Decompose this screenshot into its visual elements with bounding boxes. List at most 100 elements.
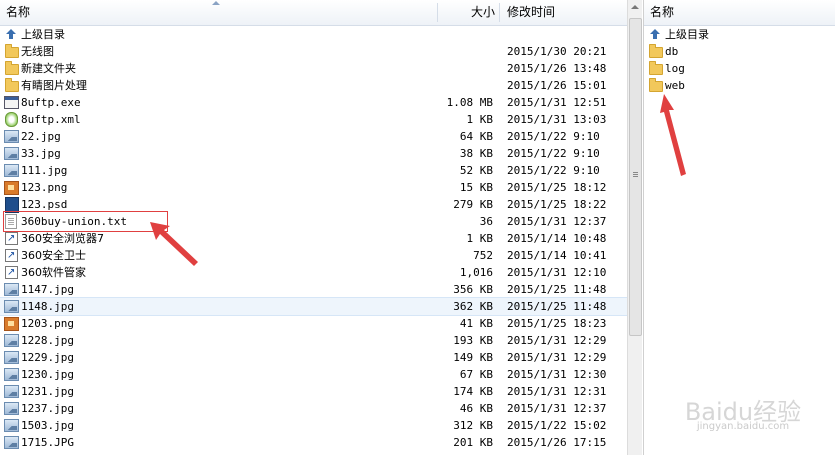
xml-file-icon — [4, 112, 18, 127]
column-divider[interactable] — [499, 3, 500, 22]
file-size: 279 KB — [453, 198, 493, 211]
file-row[interactable]: 111.jpg 52 KB 2015/1/22 9:10 — [0, 162, 627, 179]
file-row[interactable]: 1230.jpg 67 KB 2015/1/31 12:30 — [0, 366, 627, 383]
file-modified-time: 2015/1/25 11:48 — [507, 300, 607, 313]
file-row[interactable]: 360安全浏览器7 1 KB 2015/1/14 10:48 — [0, 230, 627, 247]
file-row[interactable]: 1503.jpg 312 KB 2015/1/22 15:02 — [0, 417, 627, 434]
file-list-header: 名称 大小 修改时间 — [0, 0, 627, 26]
folder-row[interactable]: 无线图 2015/1/30 20:21 — [0, 43, 627, 60]
file-name: 1148.jpg — [21, 300, 74, 313]
image-file-icon — [4, 333, 19, 347]
file-size: 193 KB — [453, 334, 493, 347]
file-size: 52 KB — [459, 164, 493, 177]
file-name: 1237.jpg — [21, 402, 74, 415]
file-modified-time: 2015/1/22 9:10 — [507, 130, 600, 143]
file-modified-time: 2015/1/26 17:15 — [507, 436, 607, 449]
folder-icon — [648, 61, 663, 75]
file-modified-time: 2015/1/26 15:01 — [507, 79, 607, 92]
file-row[interactable]: 1229.jpg 149 KB 2015/1/31 12:29 — [0, 349, 627, 366]
file-row[interactable]: 123.png 15 KB 2015/1/25 18:12 — [0, 179, 627, 196]
file-modified-time: 2015/1/25 18:12 — [507, 181, 607, 194]
file-name: 有睛图片处理 — [21, 79, 87, 92]
file-row[interactable]: 1231.jpg 174 KB 2015/1/31 12:31 — [0, 383, 627, 400]
file-size: 36 — [479, 215, 493, 228]
local-folder-list: 名称 上级目录 db log web — [643, 0, 835, 455]
folder-row[interactable]: db — [644, 43, 835, 60]
annotation-arrow-icon — [660, 94, 686, 176]
folder-icon — [648, 78, 663, 92]
file-row[interactable]: 1203.png 41 KB 2015/1/25 18:23 — [0, 315, 627, 332]
file-name: 1231.jpg — [21, 385, 74, 398]
image-file-icon — [4, 350, 19, 364]
shortcut-icon — [4, 247, 18, 264]
file-row[interactable]: 1148.jpg 362 KB 2015/1/25 11:48 — [0, 297, 627, 316]
file-modified-time: 2015/1/25 18:23 — [507, 317, 607, 330]
file-size: 149 KB — [453, 351, 493, 364]
file-modified-time: 2015/1/14 10:48 — [507, 232, 607, 245]
file-size: 46 KB — [459, 402, 493, 415]
file-row[interactable]: 8uftp.exe 1.08 MB 2015/1/31 12:51 — [0, 94, 627, 111]
file-row[interactable]: 1237.jpg 46 KB 2015/1/31 12:37 — [0, 400, 627, 417]
column-divider[interactable] — [437, 3, 438, 22]
column-header-modified[interactable]: 修改时间 — [507, 0, 555, 25]
column-header-name[interactable]: 名称 — [650, 0, 674, 25]
folder-row[interactable]: 新建文件夹 2015/1/26 13:48 — [0, 60, 627, 77]
parent-directory-row[interactable]: 上级目录 — [644, 26, 835, 43]
file-row[interactable]: 22.jpg 64 KB 2015/1/22 9:10 — [0, 128, 627, 145]
file-modified-time: 2015/1/31 12:51 — [507, 96, 607, 109]
file-row[interactable]: 1228.jpg 193 KB 2015/1/31 12:29 — [0, 332, 627, 349]
file-name: 1715.JPG — [21, 436, 74, 449]
file-name: 1147.jpg — [21, 283, 74, 296]
parent-directory-row[interactable]: 上级目录 — [0, 26, 627, 43]
file-name: 360安全浏览器7 — [21, 232, 104, 245]
file-row[interactable]: 360安全卫士 752 2015/1/14 10:41 — [0, 247, 627, 264]
folder-name: log — [665, 62, 685, 75]
folder-icon — [648, 44, 663, 58]
file-name: 33.jpg — [21, 147, 61, 160]
file-modified-time: 2015/1/31 12:37 — [507, 402, 607, 415]
file-name: 22.jpg — [21, 130, 61, 143]
file-modified-time: 2015/1/22 15:02 — [507, 419, 607, 432]
file-name: 1203.png — [21, 317, 74, 330]
file-name: 无线图 — [21, 45, 54, 58]
scroll-up-arrow-icon[interactable] — [631, 5, 639, 9]
file-name: 1229.jpg — [21, 351, 74, 364]
file-name: 1503.jpg — [21, 419, 74, 432]
local-list-header: 名称 — [644, 0, 835, 26]
file-row[interactable]: 1715.JPG 201 KB 2015/1/26 17:15 — [0, 434, 627, 451]
folder-row[interactable]: 有睛图片处理 2015/1/26 15:01 — [0, 77, 627, 94]
column-header-size[interactable]: 大小 — [471, 0, 495, 25]
vertical-scrollbar[interactable] — [627, 0, 642, 455]
file-size: 38 KB — [459, 147, 493, 160]
exe-file-icon — [4, 95, 19, 109]
file-size: 41 KB — [459, 317, 493, 330]
file-row[interactable]: 360软件管家 1,016 2015/1/31 12:10 — [0, 264, 627, 281]
file-row[interactable]: 1147.jpg 356 KB 2015/1/25 11:48 — [0, 281, 627, 298]
image-file-icon — [4, 401, 19, 415]
parent-directory-label: 上级目录 — [665, 28, 709, 41]
folder-row[interactable]: log — [644, 60, 835, 77]
file-modified-time: 2015/1/31 13:03 — [507, 113, 607, 126]
up-arrow-icon — [4, 27, 18, 41]
folder-icon — [4, 44, 19, 58]
file-name: 111.jpg — [21, 164, 68, 177]
file-size: 67 KB — [459, 368, 493, 381]
file-row[interactable]: 33.jpg 38 KB 2015/1/22 9:10 — [0, 145, 627, 162]
image-file-icon — [4, 299, 19, 313]
file-row[interactable]: 8uftp.xml 1 KB 2015/1/31 13:03 — [0, 111, 627, 128]
file-size: 1.08 MB — [446, 96, 493, 109]
column-header-name[interactable]: 名称 — [6, 0, 30, 25]
folder-name: db — [665, 45, 679, 58]
file-name: 360软件管家 — [21, 266, 86, 279]
file-size: 64 KB — [459, 130, 493, 143]
file-size: 1 KB — [466, 232, 494, 245]
file-name: 8uftp.exe — [21, 96, 81, 109]
file-name: 8uftp.xml — [21, 113, 81, 126]
file-modified-time: 2015/1/31 12:10 — [507, 266, 607, 279]
scrollbar-thumb[interactable] — [629, 18, 642, 336]
file-size: 752 — [473, 249, 493, 262]
psd-file-icon — [4, 197, 19, 213]
file-name: 123.png — [21, 181, 68, 194]
file-modified-time: 2015/1/31 12:37 — [507, 215, 607, 228]
sort-ascending-icon — [212, 1, 220, 5]
